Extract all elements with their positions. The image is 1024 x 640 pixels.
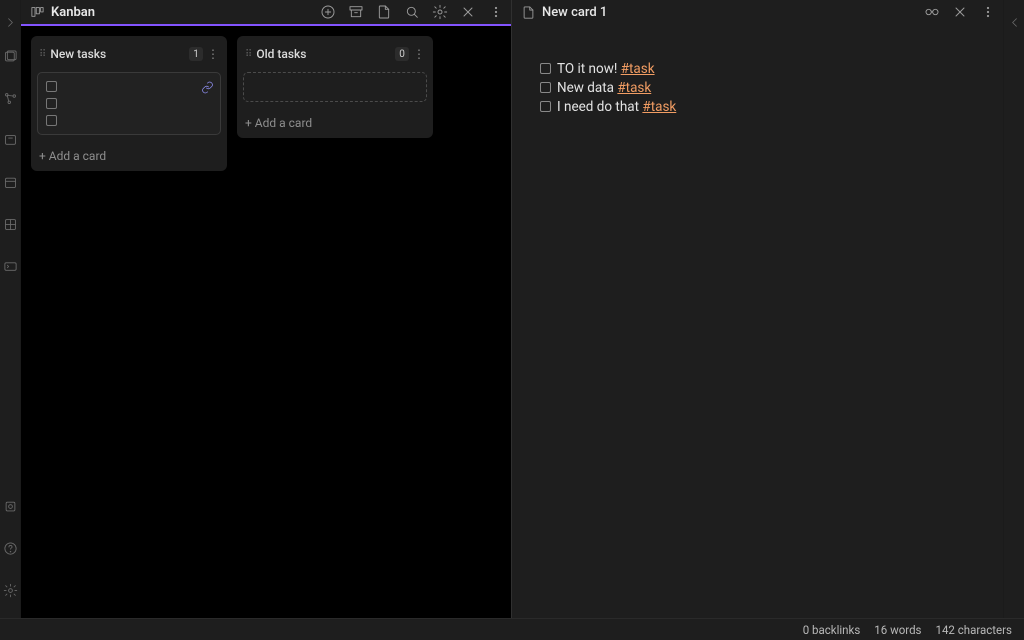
task-text: New data <box>557 80 617 96</box>
file-icon <box>518 2 538 22</box>
lane-menu-icon[interactable]: ⋮ <box>413 47 425 61</box>
task-line[interactable]: TO it now! #task <box>540 60 975 79</box>
note-pane-header: New card 1 <box>512 0 1003 24</box>
lane-title[interactable]: New tasks <box>50 47 189 61</box>
rail-templates-icon[interactable] <box>0 210 21 238</box>
search-icon[interactable] <box>403 3 421 21</box>
drag-handle-icon[interactable]: ⠿ <box>245 49 252 60</box>
kanban-card[interactable] <box>37 72 221 135</box>
kanban-board: ⠿ New tasks 1 ⋮ + Add a card <box>21 24 511 618</box>
rail-canvas-icon[interactable] <box>0 126 21 154</box>
add-card-button[interactable]: + Add a card <box>243 112 427 132</box>
expand-sidebar-icon[interactable] <box>0 8 21 36</box>
rail-daily-icon[interactable] <box>0 168 21 196</box>
active-pane-accent <box>21 24 511 26</box>
add-card-button[interactable]: + Add a card <box>37 145 221 165</box>
kanban-view-icon <box>27 2 47 22</box>
note-pane: New card 1 TO it now! #task New data #ta… <box>511 0 1003 618</box>
pane-more-icon[interactable] <box>487 3 505 21</box>
close-pane-icon[interactable] <box>951 3 969 21</box>
task-tag[interactable]: #task <box>621 61 655 77</box>
kanban-lane: ⠿ New tasks 1 ⋮ + Add a card <box>31 36 227 171</box>
left-sidebar-rail <box>0 0 21 618</box>
task-checkbox[interactable] <box>540 63 551 74</box>
task-tag[interactable]: #task <box>642 99 676 115</box>
rail-settings-icon[interactable] <box>0 576 21 604</box>
task-checkbox[interactable] <box>540 82 551 93</box>
task-tag[interactable]: #task <box>617 80 651 96</box>
kanban-lane: ⠿ Old tasks 0 ⋮ + Add a card <box>237 36 433 138</box>
expand-right-sidebar-icon[interactable] <box>1004 8 1024 36</box>
close-pane-icon[interactable] <box>459 3 477 21</box>
empty-card-placeholder[interactable] <box>243 72 427 102</box>
archive-icon[interactable] <box>347 3 365 21</box>
card-checkbox[interactable] <box>46 115 57 126</box>
status-chars[interactable]: 142 characters <box>936 623 1013 637</box>
task-text: TO it now! <box>557 61 621 77</box>
task-checkbox[interactable] <box>540 101 551 112</box>
rail-vault-icon[interactable] <box>0 492 21 520</box>
task-line[interactable]: I need do that #task <box>540 98 975 117</box>
status-words[interactable]: 16 words <box>874 623 921 637</box>
note-editor[interactable]: TO it now! #task New data #task I need d… <box>512 24 1003 618</box>
rail-help-icon[interactable] <box>0 534 21 562</box>
card-checkbox[interactable] <box>46 98 57 109</box>
kanban-pane: Kanban ⠿ New tasks <box>21 0 511 618</box>
note-view-icon[interactable] <box>375 3 393 21</box>
card-checkbox[interactable] <box>46 81 57 92</box>
rail-command-icon[interactable] <box>0 252 21 280</box>
add-list-icon[interactable] <box>319 3 337 21</box>
rail-graph-icon[interactable] <box>0 84 21 112</box>
right-sidebar-rail <box>1003 0 1024 618</box>
note-pane-title[interactable]: New card 1 <box>542 5 923 20</box>
lane-title[interactable]: Old tasks <box>256 47 395 61</box>
pane-more-icon[interactable] <box>979 3 997 21</box>
lane-count: 0 <box>395 47 409 61</box>
lane-menu-icon[interactable]: ⋮ <box>207 47 219 61</box>
card-link-icon[interactable] <box>201 79 214 98</box>
task-line[interactable]: New data #task <box>540 79 975 98</box>
status-backlinks[interactable]: 0 backlinks <box>803 623 861 637</box>
lane-count: 1 <box>189 47 203 61</box>
reading-mode-icon[interactable] <box>923 3 941 21</box>
status-bar: 0 backlinks 16 words 142 characters <box>0 618 1024 640</box>
drag-handle-icon[interactable]: ⠿ <box>39 49 46 60</box>
kanban-pane-header: Kanban <box>21 0 511 24</box>
task-text: I need do that <box>557 99 642 115</box>
board-settings-icon[interactable] <box>431 3 449 21</box>
rail-files-icon[interactable] <box>0 42 21 70</box>
kanban-pane-title[interactable]: Kanban <box>51 5 319 20</box>
